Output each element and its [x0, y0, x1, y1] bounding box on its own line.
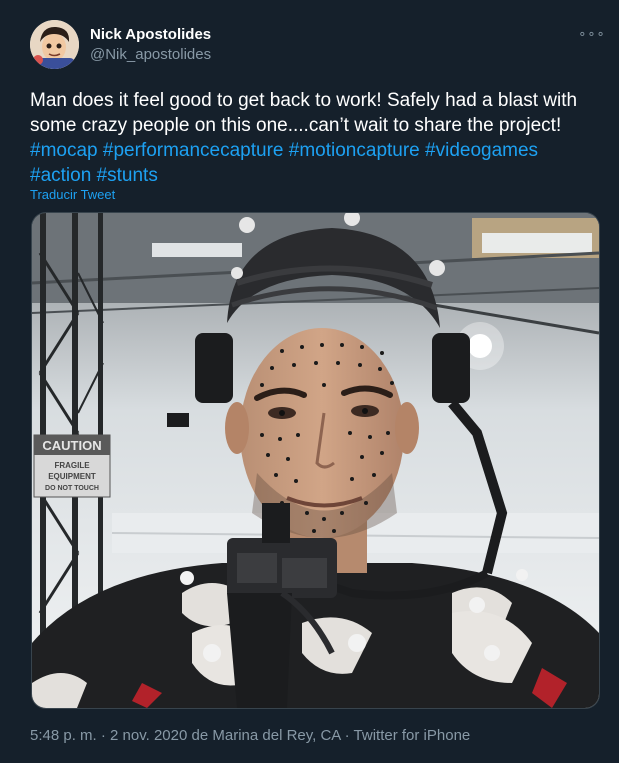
- cartoon-avatar-icon: [30, 20, 79, 69]
- caution-sign-line: FRAGILE: [54, 461, 90, 470]
- avatar[interactable]: [30, 20, 79, 69]
- tweet: Nick Apostolides @Nik_apostolides ∘∘∘ Ma…: [0, 0, 619, 763]
- meta-from-label: de: [187, 727, 213, 744]
- author-handle[interactable]: @Nik_apostolides: [90, 46, 211, 64]
- tweet-text-line: some crazy people on this one....can’t w…: [30, 115, 562, 136]
- more-icon[interactable]: ∘∘∘: [578, 24, 606, 44]
- hashtag-link[interactable]: #performancecapture: [103, 140, 284, 161]
- meta-separator: ·: [340, 727, 354, 744]
- tweet-location-link[interactable]: Marina del Rey, CA: [212, 727, 340, 744]
- tweet-metadata: 5:48 p. m. · 2 nov. 2020 de Marina del R…: [30, 727, 470, 744]
- hashtag-link[interactable]: #mocap: [30, 140, 98, 161]
- caution-sign-title: CAUTION: [42, 438, 101, 453]
- hashtag-link[interactable]: #videogames: [425, 140, 538, 161]
- translate-tweet-link[interactable]: Traducir Tweet: [30, 187, 115, 202]
- caution-sign-line: DO NOT TOUCH: [45, 485, 99, 492]
- tweet-photo[interactable]: CAUTION FRAGILE EQUIPMENT DO NOT TOUCH: [31, 212, 600, 709]
- tweet-text: Man does it feel good to get back to wor…: [30, 88, 600, 188]
- mocap-photo: CAUTION FRAGILE EQUIPMENT DO NOT TOUCH: [32, 213, 599, 708]
- hashtag-link[interactable]: #stunts: [97, 165, 158, 186]
- caution-sign-line: EQUIPMENT: [48, 472, 96, 481]
- tweet-time-link[interactable]: 5:48 p. m.: [30, 727, 97, 744]
- hashtag-link[interactable]: #action: [30, 165, 91, 186]
- author-name[interactable]: Nick Apostolides: [90, 26, 211, 44]
- tweet-text-line: Man does it feel good to get back to wor…: [30, 90, 578, 111]
- tweet-date-link[interactable]: 2 nov. 2020: [110, 727, 187, 744]
- hashtag-link[interactable]: #motioncapture: [289, 140, 420, 161]
- tweet-source-link[interactable]: Twitter for iPhone: [354, 727, 471, 744]
- meta-separator: ·: [96, 727, 111, 744]
